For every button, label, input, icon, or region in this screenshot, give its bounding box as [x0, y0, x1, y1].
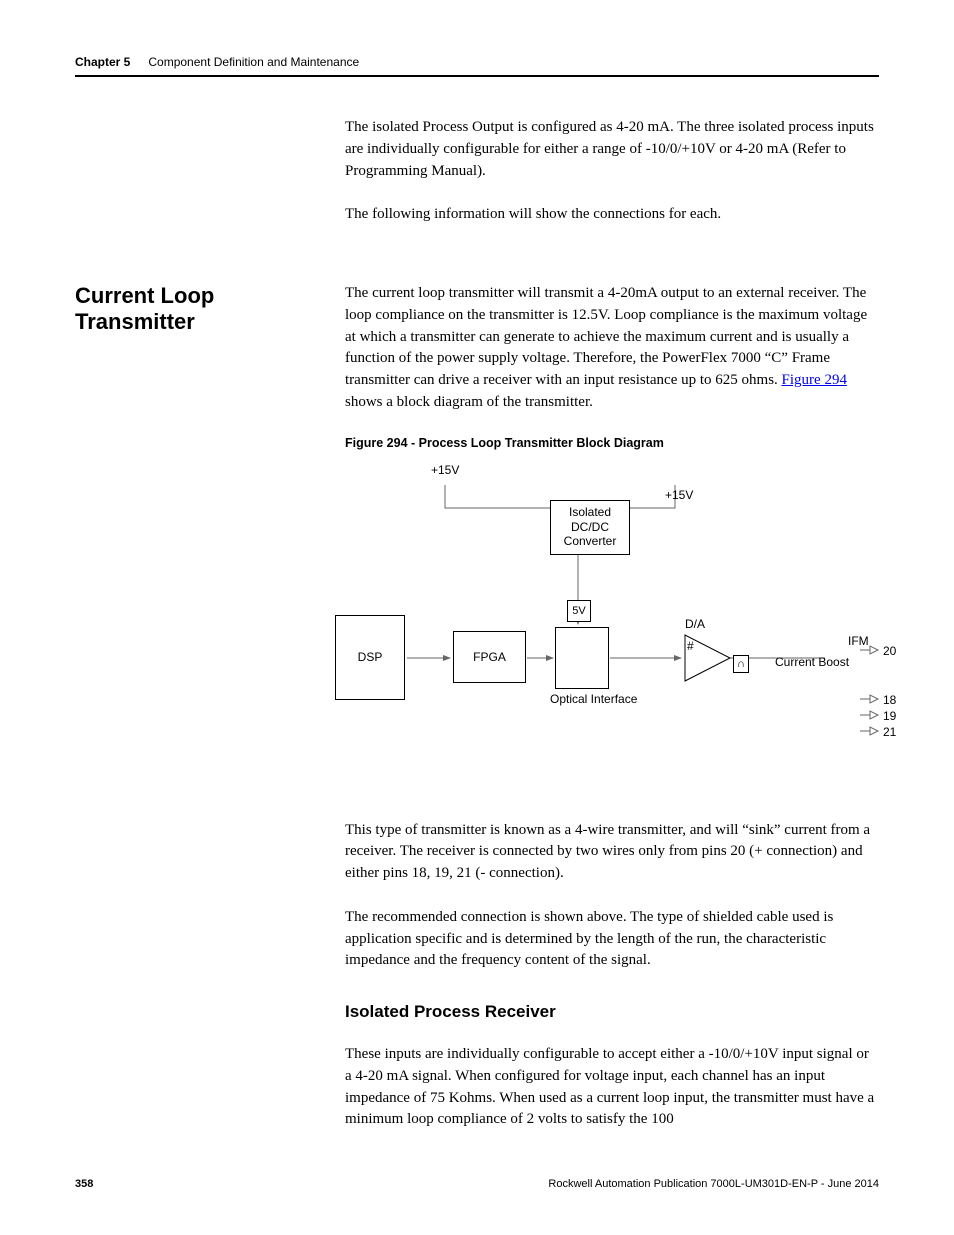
label-current-boost: Current Boost — [775, 655, 830, 669]
label-plus15v-left: +15V — [431, 463, 459, 477]
label-ifm: IFM — [848, 634, 869, 648]
box-dsp: DSP — [335, 615, 405, 700]
section-heading-transmitter: Current Loop Transmitter — [75, 283, 325, 336]
publication-info: Rockwell Automation Publication 7000L-UM… — [548, 1178, 879, 1190]
intro-paragraph-2: The following information will show the … — [345, 204, 879, 226]
box-optical — [555, 627, 609, 689]
transmitter-paragraph: The current loop transmitter will transm… — [345, 283, 879, 414]
page-footer: 358 Rockwell Automation Publication 7000… — [75, 1178, 879, 1190]
transmitter-text-b: shows a block diagram of the transmitter… — [345, 394, 593, 410]
label-pin18: 18 — [883, 693, 896, 707]
label-pin21: 21 — [883, 725, 896, 739]
box-5v: 5V — [567, 600, 591, 622]
receiver-p1: These inputs are individually configurab… — [345, 1044, 879, 1131]
box-fpga: FPGA — [453, 631, 526, 683]
figure-link[interactable]: Figure 294 — [782, 372, 847, 388]
label-pin20: 20 — [883, 644, 896, 658]
box-cap: ∩ — [733, 655, 749, 673]
label-fpga: FPGA — [473, 650, 506, 664]
label-sharp: # — [687, 639, 694, 653]
chapter-label: Chapter 5 — [75, 55, 130, 69]
chapter-subtitle: Component Definition and Maintenance — [148, 55, 359, 69]
label-da: D/A — [685, 617, 705, 631]
label-cap: ∩ — [737, 658, 745, 670]
block-diagram: +15V +15V Isolated DC/DC Converter 5V DS… — [335, 460, 895, 780]
label-dsp: DSP — [358, 650, 383, 664]
label-optical: Optical Interface — [550, 692, 615, 706]
section-heading-receiver: Isolated Process Receiver — [345, 1002, 879, 1022]
label-dcdc: Isolated DC/DC Converter — [551, 505, 629, 548]
after-diagram-p1: This type of transmitter is known as a 4… — [345, 820, 879, 885]
label-5v: 5V — [572, 605, 585, 617]
label-plus15v-right: +15V — [665, 488, 693, 502]
after-diagram-p2: The recommended connection is shown abov… — [345, 907, 879, 972]
box-dcdc: Isolated DC/DC Converter — [550, 500, 630, 555]
figure-caption: Figure 294 - Process Loop Transmitter Bl… — [345, 436, 879, 450]
page-header: Chapter 5 Component Definition and Maint… — [75, 55, 879, 77]
intro-paragraph-1: The isolated Process Output is configure… — [345, 117, 879, 182]
page-number: 358 — [75, 1178, 93, 1190]
label-pin19: 19 — [883, 709, 896, 723]
